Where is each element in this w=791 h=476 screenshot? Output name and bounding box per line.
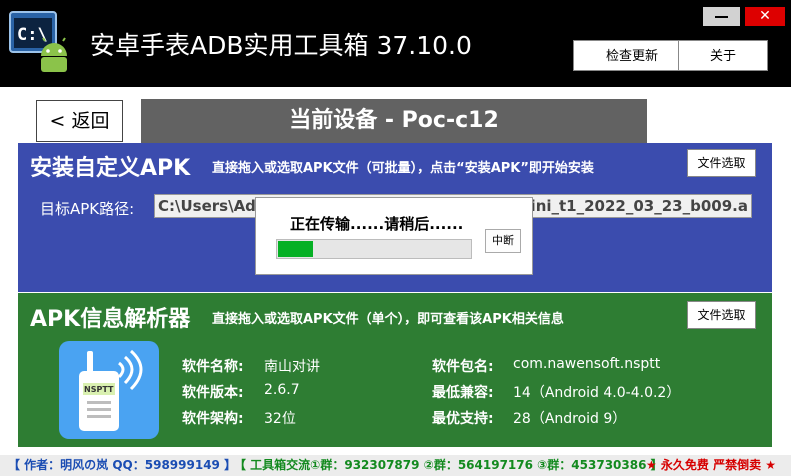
- apk-path-end: mini_t1_2022_03_23_b009.a: [514, 195, 748, 217]
- min-sdk-label: 最低兼容:: [432, 385, 494, 401]
- name-label: 软件名称:: [182, 359, 244, 375]
- app-icon-badge-text: NSPTT: [84, 385, 114, 394]
- minimize-icon[interactable]: [703, 7, 740, 26]
- package-label: 软件包名:: [432, 359, 494, 375]
- min-sdk-value: 14（Android 4.0-4.0.2）: [513, 385, 681, 401]
- back-button[interactable]: < 返回: [36, 100, 123, 142]
- app-title: 安卓手表ADB实用工具箱 37.10.0: [90, 31, 472, 60]
- parser-panel-title: APK信息解析器: [30, 307, 191, 332]
- install-file-select-button[interactable]: 文件选取: [687, 149, 756, 177]
- apk-parser-panel: APK信息解析器 直接拖入或选取APK文件（单个），即可查看该APK相关信息 文…: [18, 293, 772, 447]
- close-button[interactable]: ✕: [745, 7, 785, 26]
- transfer-dialog: 正在传输......请稍后...... 中断: [255, 197, 533, 275]
- footer-bar: 【 作者：明风の岚 QQ：598999149 】 【 工具箱交流①群：93230…: [0, 455, 791, 476]
- about-button[interactable]: 关于: [678, 40, 768, 71]
- arch-value: 32位: [264, 411, 296, 427]
- current-device-label: 当前设备 - Poc-c12: [141, 99, 647, 143]
- parser-hint: 直接拖入或选取APK文件（单个），即可查看该APK相关信息: [212, 312, 564, 327]
- package-value: com.nawensoft.nsptt: [513, 356, 661, 372]
- title-bar: C:\ 安卓手表ADB实用工具箱 37.10.0 ✕ 检查更新 关于: [0, 0, 791, 87]
- svg-text:C:\: C:\: [17, 25, 48, 45]
- walkie-talkie-icon: NSPTT: [59, 341, 159, 439]
- install-hint: 直接拖入或选取APK文件（可批量），点击“安装APK”即开始安装: [212, 161, 594, 176]
- path-label: 目标APK路径:: [40, 200, 135, 218]
- parser-file-select-button[interactable]: 文件选取: [687, 301, 756, 329]
- transfer-progress-bar: [276, 239, 472, 259]
- target-sdk-value: 28（Android 9）: [513, 411, 627, 427]
- transfer-message: 正在传输......请稍后......: [290, 215, 464, 233]
- author-info: 【 作者：明风の岚 QQ：598999149 】: [8, 458, 237, 472]
- check-update-button[interactable]: 检查更新: [573, 40, 691, 71]
- version-value: 2.6.7: [264, 382, 300, 398]
- transfer-progress-fill: [278, 241, 313, 257]
- apk-path-start: C:\Users\Ad: [158, 197, 256, 215]
- group-info: 【 工具箱交流①群：932307879 ②群：564197176 ③群：4537…: [234, 458, 663, 472]
- free-notice: ★ 永久免费 严禁倒卖 ★: [646, 458, 777, 472]
- install-panel-title: 安装自定义APK: [30, 156, 191, 181]
- arch-label: 软件架构:: [182, 411, 244, 427]
- target-sdk-label: 最优支持:: [432, 411, 494, 427]
- version-label: 软件版本:: [182, 385, 244, 401]
- abort-button[interactable]: 中断: [485, 229, 521, 253]
- terminal-android-icon: C:\: [8, 10, 74, 74]
- name-value: 南山对讲: [264, 359, 320, 375]
